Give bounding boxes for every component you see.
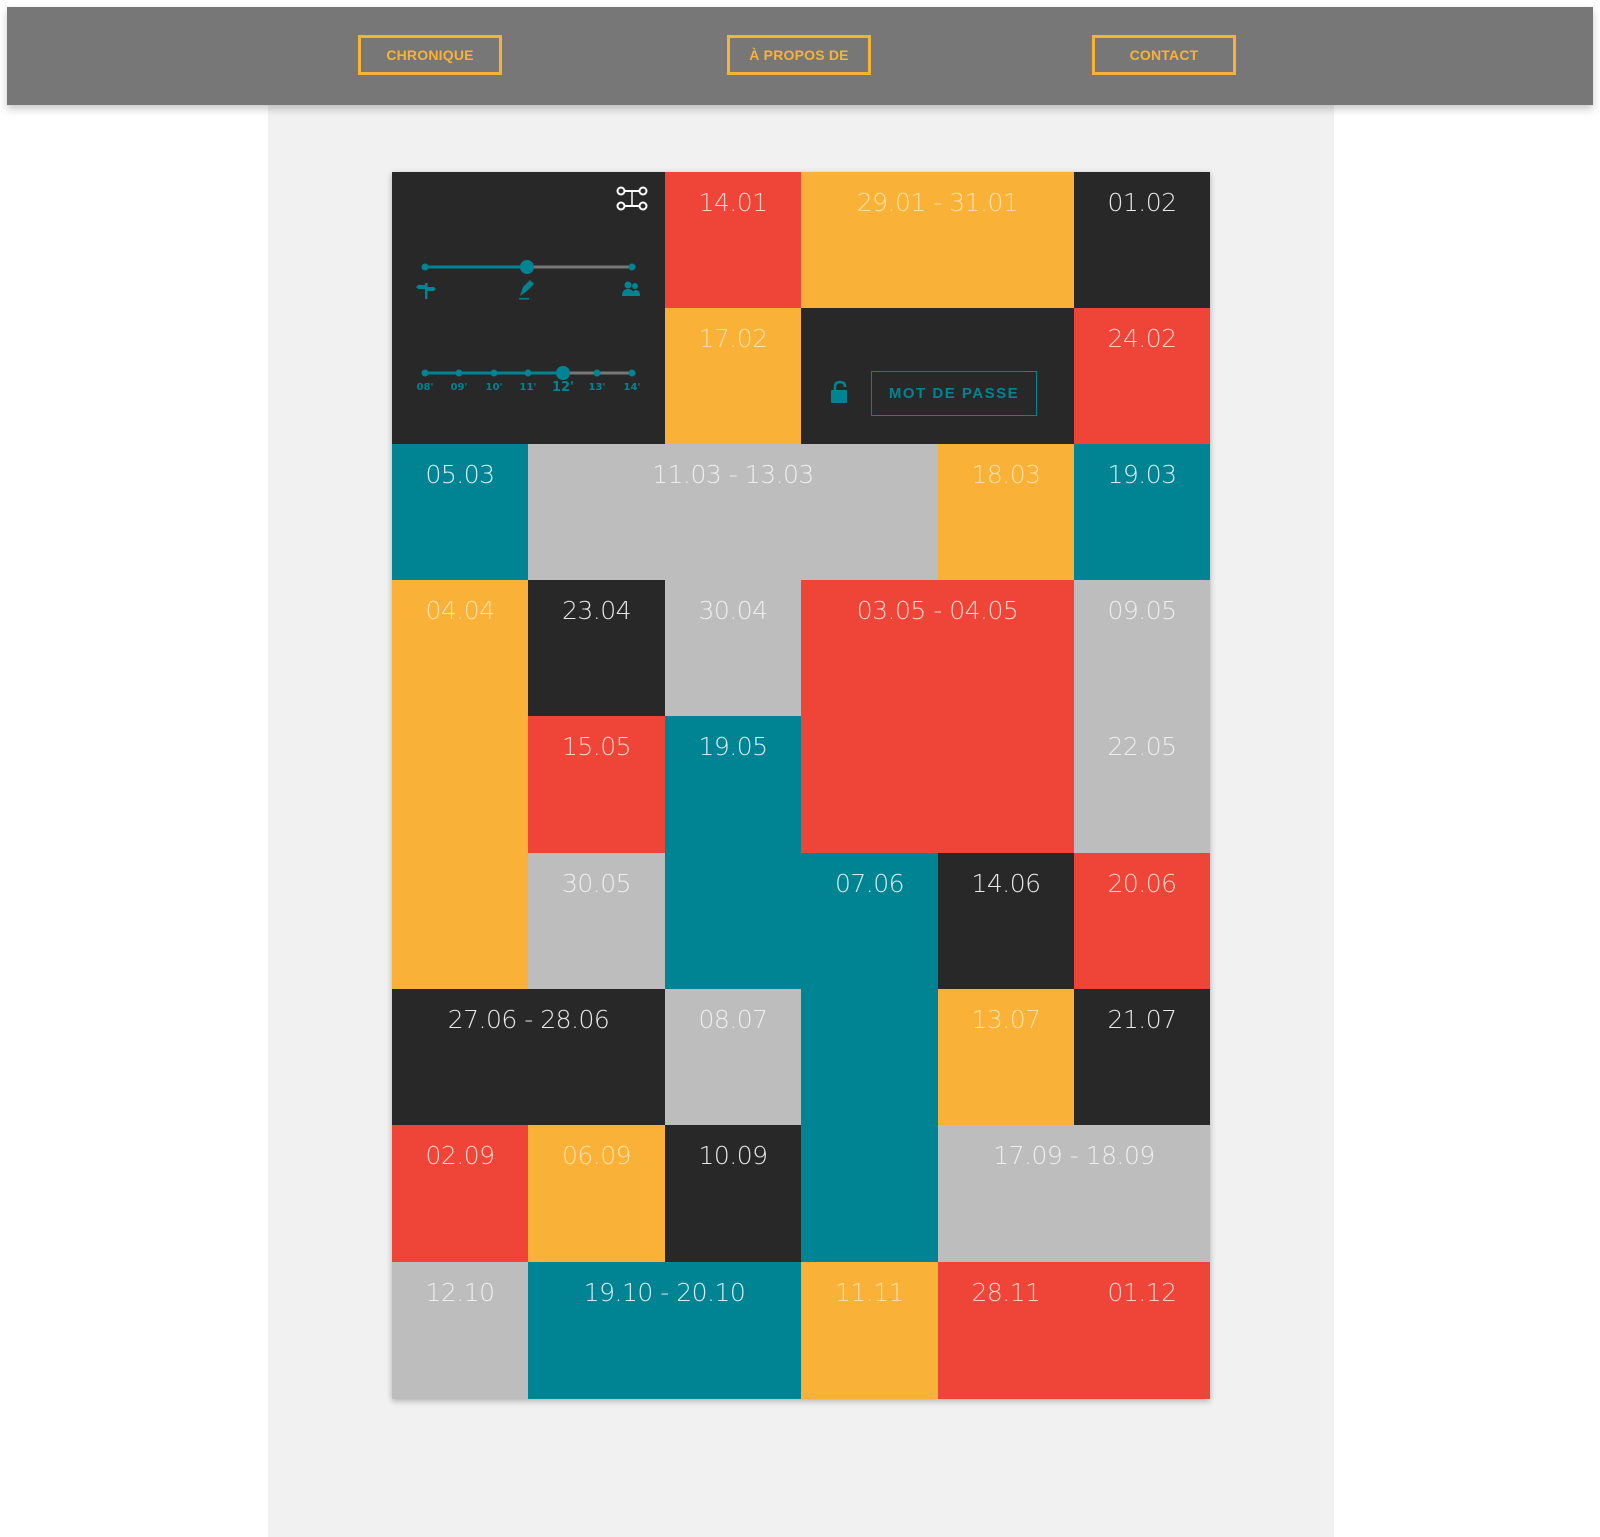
date-tile[interactable]: 19.10 - 20.10 — [528, 1262, 801, 1399]
date-tile[interactable]: 22.05 — [1074, 716, 1210, 853]
date-tile[interactable]: 19.05 — [665, 716, 801, 989]
users-icon — [622, 281, 640, 296]
date-tile[interactable]: 15.05 — [528, 716, 665, 853]
mode-slider[interactable] — [421, 260, 636, 274]
date-tile[interactable]: 27.06 - 28.06 — [392, 989, 665, 1125]
date-tile[interactable]: 02.09 — [392, 1125, 528, 1262]
date-tile[interactable]: 17.02 — [665, 308, 801, 444]
mode-slider-handle[interactable] — [520, 260, 534, 274]
date-tile[interactable]: 14.01 — [665, 172, 801, 308]
date-tile[interactable]: 19.03 — [1074, 444, 1210, 580]
date-tile[interactable]: 13.07 — [938, 989, 1074, 1125]
date-tile[interactable]: 12.10 — [392, 1262, 528, 1399]
top-navbar: CHRONIQUE À PROPOS DE CONTACT — [7, 7, 1593, 105]
calendar-grid: 08' 09' 10' 11' 12' 13' 14' MOT DE PASSE… — [392, 172, 1210, 1399]
date-tile[interactable]: 18.03 — [938, 444, 1074, 580]
hour-tick-label: 13' — [588, 382, 606, 393]
hour-tick-label: 11' — [519, 382, 537, 393]
date-tile[interactable]: 08.07 — [665, 989, 801, 1125]
date-tile[interactable]: 04.04 — [392, 580, 528, 989]
date-tile[interactable]: 24.02 — [1074, 308, 1210, 444]
date-tile[interactable]: 03.05 - 04.05 — [801, 580, 1074, 853]
hour-slider-handle[interactable] — [556, 366, 570, 380]
nav-chronique-button[interactable]: CHRONIQUE — [358, 35, 502, 75]
hour-tick-label: 14' — [623, 382, 641, 393]
hour-slider[interactable] — [421, 366, 636, 380]
date-tile[interactable]: 11.03 - 13.03 — [528, 444, 938, 580]
date-tile[interactable]: 07.06 — [801, 853, 938, 1262]
date-tile[interactable]: 01.12 — [1074, 1262, 1210, 1399]
date-tile[interactable]: 21.07 — [1074, 989, 1210, 1125]
toggle-icon[interactable] — [616, 186, 648, 211]
date-tile[interactable]: 10.09 — [665, 1125, 801, 1262]
date-tile[interactable]: 14.06 — [938, 853, 1074, 989]
controls-svg — [416, 186, 648, 380]
signpost-icon — [416, 283, 436, 299]
nav-apropos-button[interactable]: À PROPOS DE — [727, 35, 871, 75]
date-tile[interactable]: 30.04 — [665, 580, 801, 716]
hour-tick-label: 08' — [416, 382, 434, 393]
date-tile[interactable]: 17.09 - 18.09 — [938, 1125, 1210, 1262]
filter-control-panel: 08' 09' 10' 11' 12' 13' 14' — [392, 172, 665, 444]
date-tile[interactable]: 28.11 — [938, 1262, 1074, 1399]
password-block: MOT DE PASSE — [801, 308, 1074, 444]
date-tile[interactable]: 20.06 — [1074, 853, 1210, 989]
pencil-icon — [519, 280, 534, 300]
date-tile[interactable]: 11.11 — [801, 1262, 938, 1399]
hour-tick-label: 09' — [450, 382, 468, 393]
date-tile[interactable]: 29.01 - 31.01 — [801, 172, 1074, 308]
date-tile[interactable]: 30.05 — [528, 853, 665, 989]
date-tile[interactable]: 09.05 — [1074, 580, 1210, 716]
date-tile[interactable]: 05.03 — [392, 444, 528, 580]
date-tile[interactable]: 23.04 — [528, 580, 665, 716]
hour-tick-label: 10' — [485, 382, 503, 393]
date-tile[interactable]: 01.02 — [1074, 172, 1210, 308]
date-tile[interactable]: 06.09 — [528, 1125, 665, 1262]
nav-contact-button[interactable]: CONTACT — [1092, 35, 1236, 75]
hour-tick-label-selected: 12' — [551, 380, 575, 395]
lock-icon — [831, 380, 847, 403]
password-button[interactable]: MOT DE PASSE — [871, 371, 1037, 416]
